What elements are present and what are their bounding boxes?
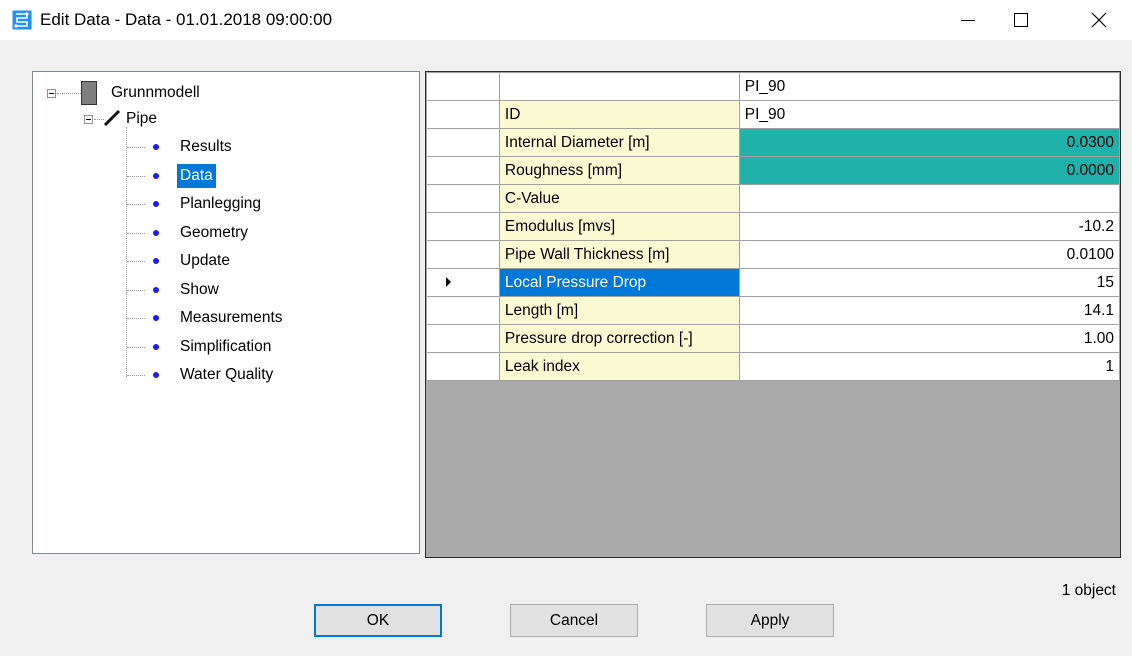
tree-node-root-label: Grunnmodell: [111, 84, 200, 101]
bullet-icon: [153, 230, 159, 236]
tree-connector: [127, 318, 145, 319]
tree-item-label: Geometry: [180, 224, 249, 241]
tree-connector: [126, 127, 127, 377]
window-title: Edit Data - Data - 01.01.2018 09:00:00: [40, 10, 333, 29]
tree-item-label: Results: [180, 138, 232, 155]
grid-corner-cell: [426, 72, 500, 101]
tree-connector: [127, 233, 145, 234]
tree-item-label: Water Quality: [180, 366, 274, 383]
table-row[interactable]: Leak index 1: [426, 352, 1121, 381]
tree-connector: [127, 347, 145, 348]
table-row[interactable]: Roughness [mm] 0.0000: [426, 156, 1121, 185]
table-row[interactable]: Length [m] 14.1: [426, 296, 1121, 325]
property-value-cell[interactable]: 15: [738, 268, 1121, 297]
collapse-toggle-root[interactable]: [47, 89, 56, 98]
minimize-icon: [961, 20, 975, 21]
row-header-cell[interactable]: [426, 268, 500, 297]
row-header-cell[interactable]: [426, 212, 500, 241]
property-value-cell[interactable]: 0.0100: [738, 240, 1121, 269]
property-name-cell[interactable]: Roughness [mm]: [498, 156, 740, 185]
object-count: 1 object: [1061, 582, 1116, 599]
tree-item-label: Planlegging: [180, 195, 262, 212]
property-table: PI_90 ID PI_90 Internal Diameter [m] 0.0300…: [426, 72, 1121, 381]
property-name-cell[interactable]: C-Value: [498, 184, 740, 213]
collapse-toggle-pipe[interactable]: [84, 115, 93, 124]
table-row[interactable]: C-Value: [426, 184, 1121, 213]
table-row[interactable]: Internal Diameter [m] 0.0300: [426, 128, 1121, 157]
property-name-cell[interactable]: Leak index: [498, 352, 740, 381]
row-header-cell[interactable]: [426, 128, 500, 157]
model-block-icon: [81, 81, 97, 105]
bullet-icon: [153, 201, 159, 207]
close-button[interactable]: [1076, 0, 1122, 40]
property-name-cell[interactable]: Internal Diameter [m]: [498, 128, 740, 157]
bullet-icon: [153, 287, 159, 293]
minimize-button[interactable]: [945, 0, 991, 40]
tree-connector: [127, 261, 145, 262]
tree-connector: [127, 375, 145, 376]
bullet-icon: [153, 315, 159, 321]
property-value-cell[interactable]: [738, 184, 1121, 213]
title-bar: Edit Data - Data - 01.01.2018 09:00:00: [0, 0, 1132, 40]
bullet-icon: [153, 344, 159, 350]
table-row[interactable]: Pipe Wall Thickness [m] 0.0100: [426, 240, 1121, 269]
tree-view[interactable]: Grunnmodell Pipe Results Data Planlegging G…: [32, 71, 420, 554]
row-header-cell[interactable]: [426, 184, 500, 213]
tree-item-label: Update: [180, 252, 230, 269]
table-row[interactable]: Local Pressure Drop 15: [426, 268, 1121, 297]
table-row[interactable]: ID PI_90: [426, 100, 1121, 129]
tree-item-label: Measurements: [180, 309, 283, 326]
row-header-cell[interactable]: [426, 324, 500, 353]
current-row-arrow-icon: [446, 276, 451, 287]
bullet-icon: [153, 258, 159, 264]
grid-name-header: [498, 72, 740, 101]
table-row[interactable]: Pressure drop correction [-] 1.00: [426, 324, 1121, 353]
row-header-cell[interactable]: [426, 156, 500, 185]
tree-node-pipe-label: Pipe: [126, 110, 158, 127]
property-name-cell[interactable]: ID: [498, 100, 740, 129]
tree-item-label: Simplification: [180, 338, 272, 355]
row-header-cell[interactable]: [426, 100, 500, 129]
tree-item-label: Show: [180, 281, 219, 298]
maximize-button[interactable]: [998, 0, 1044, 40]
cancel-button[interactable]: Cancel: [510, 604, 638, 637]
bullet-icon: [153, 372, 159, 378]
property-value-cell[interactable]: 1: [738, 352, 1121, 381]
property-value-cell[interactable]: 0.0000: [738, 156, 1121, 185]
table-row[interactable]: Emodulus [mvs] -10.2: [426, 212, 1121, 241]
apply-button[interactable]: Apply: [706, 604, 834, 637]
property-name-cell[interactable]: Local Pressure Drop: [498, 268, 740, 297]
maximize-icon: [1014, 13, 1028, 27]
tree-connector: [127, 147, 145, 148]
property-value-cell[interactable]: -10.2: [738, 212, 1121, 241]
tree-connector: [127, 204, 145, 205]
row-header-cell[interactable]: [426, 296, 500, 325]
property-name-cell[interactable]: Length [m]: [498, 296, 740, 325]
row-header-cell[interactable]: [426, 240, 500, 269]
grid-column-header[interactable]: PI_90: [738, 72, 1121, 101]
property-grid[interactable]: PI_90 ID PI_90 Internal Diameter [m] 0.0300…: [425, 71, 1121, 558]
ok-button[interactable]: OK: [314, 604, 442, 637]
property-name-cell[interactable]: Emodulus [mvs]: [498, 212, 740, 241]
row-header-cell[interactable]: [426, 352, 500, 381]
tree-connector: [57, 93, 81, 94]
tree-connector: [127, 176, 145, 177]
property-name-cell[interactable]: Pressure drop correction [-]: [498, 324, 740, 353]
pipe-pen-icon: [103, 109, 121, 127]
close-icon: [1091, 12, 1107, 28]
property-name-cell[interactable]: Pipe Wall Thickness [m]: [498, 240, 740, 269]
bullet-icon: [153, 173, 159, 179]
tree-connector: [127, 290, 145, 291]
property-value-cell[interactable]: 14.1: [738, 296, 1121, 325]
bullet-icon: [153, 144, 159, 150]
property-value-cell[interactable]: PI_90: [738, 100, 1121, 129]
app-icon: [12, 10, 32, 30]
property-value-cell[interactable]: 0.0300: [738, 128, 1121, 157]
grid-header-row: PI_90: [426, 72, 1121, 101]
property-value-cell[interactable]: 1.00: [738, 324, 1121, 353]
tree-item-label: Data: [177, 164, 216, 188]
